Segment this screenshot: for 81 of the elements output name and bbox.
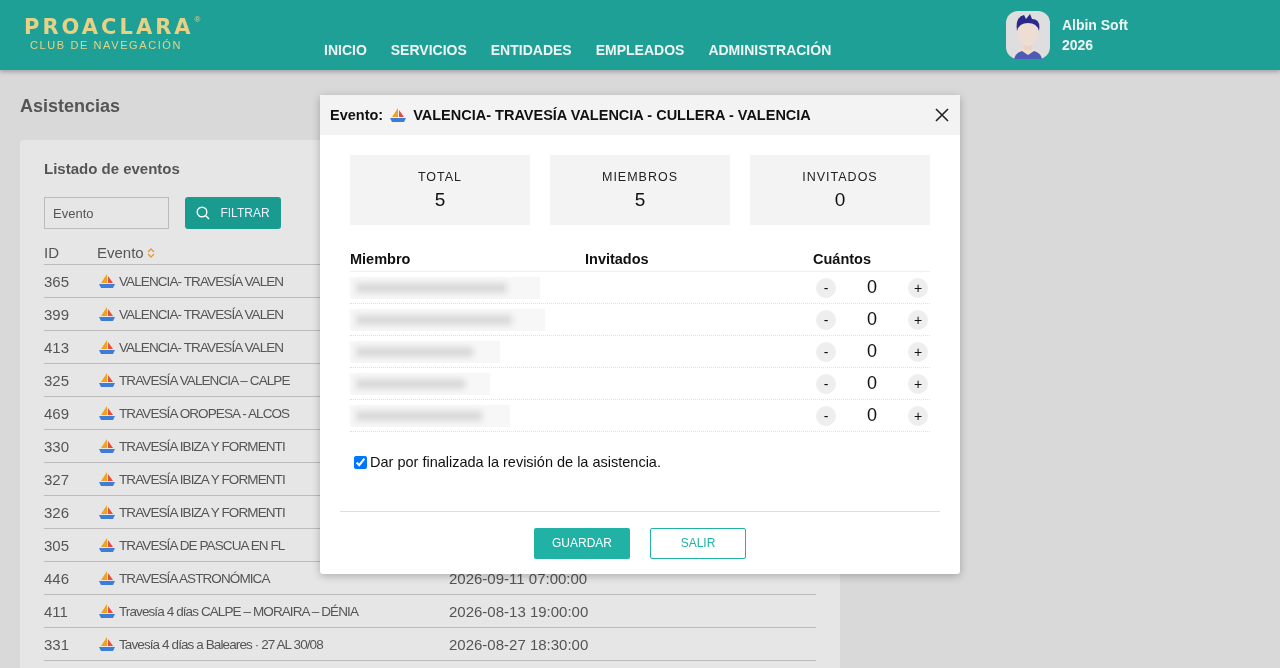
stat-value: 5 <box>634 188 646 211</box>
page-title: Asistencias <box>20 96 121 118</box>
table-cell: 2026-09-11 07:00:00 <box>449 569 588 587</box>
sailboat-icon <box>98 372 116 388</box>
user-name: Albin Soft <box>1061 16 1128 35</box>
stat-label: TOTAL <box>417 169 463 184</box>
table-cell-text: 413 <box>44 338 71 356</box>
decrement-button[interactable]: - <box>816 277 836 298</box>
table-cell-text: 365 <box>44 272 71 290</box>
decrement-button[interactable]: - <box>816 341 836 362</box>
increment-button[interactable]: + <box>908 405 928 426</box>
table-cell-text: 469 <box>44 404 71 422</box>
sailboat-icon <box>98 471 116 487</box>
table-cell: TRAVESÍA VALENCIA – CALPE <box>119 373 290 388</box>
guest-count: 0 <box>867 405 877 426</box>
sailboat-icon <box>98 438 116 454</box>
sailboat-icon <box>98 603 116 619</box>
table-cell: TRAVESÍA DE PASCUA EN FL <box>119 538 285 553</box>
table-cell-text: 399 <box>44 305 71 323</box>
sailboat-icon <box>98 405 116 421</box>
card-title: Listado de eventos <box>44 160 180 177</box>
table-cell: VALENCIA- TRAVESÍA VALEN <box>119 274 284 289</box>
logo-subtitle: CLUB DE NAVEGACIÓN <box>30 39 184 51</box>
increment-button[interactable]: + <box>908 277 928 298</box>
table-cell: 2026-08-13 19:00:00 <box>449 602 589 620</box>
stat-value: 0 <box>834 188 846 211</box>
guest-count: 0 <box>867 309 877 330</box>
table-cell-text: 326 <box>44 503 71 521</box>
checkbox[interactable] <box>354 455 367 469</box>
table-cell-text: 331 <box>44 635 71 653</box>
table-cell: TRAVESÍA IBIZA Y FORMENTI <box>119 439 285 454</box>
table-cell: 2026-08-27 18:30:00 <box>449 635 589 653</box>
dialog-title: VALENCIA- TRAVESÍA VALENCIA - CULLERA - VALENCIA <box>413 107 811 123</box>
table-cell: TRAVESÍA IBIZA Y FORMENTI <box>119 472 285 487</box>
table-cell-text: 327 <box>44 470 71 488</box>
table-cell: Travesía 4 días CALPE – MORAIRA – DÉNIA <box>119 604 358 619</box>
column-header: Invitados <box>585 251 650 267</box>
checkbox-label: Dar por finalizada la revisión de la asistencia. <box>370 454 661 470</box>
avatar-icon[interactable] <box>1003 11 1052 59</box>
column-header: ID <box>44 244 60 261</box>
guest-count: 0 <box>867 373 877 394</box>
event-filter-field[interactable]: Evento <box>44 197 169 229</box>
sailboat-icon <box>98 339 116 355</box>
table-cell: TRAVESÍA ASTRONÓMICA <box>119 571 270 586</box>
sailboat-icon <box>98 636 116 652</box>
column-header: Miembro <box>350 251 412 267</box>
increment-button[interactable]: + <box>908 309 928 330</box>
logo-title: PROACLARA <box>24 15 194 39</box>
table-cell: VALENCIA- TRAVESÍA VALEN <box>119 340 284 355</box>
increment-button[interactable]: + <box>908 341 928 362</box>
table-cell-text: 411 <box>44 602 69 620</box>
table-cell: TRAVESÍA IBIZA Y FORMENTI <box>119 505 285 520</box>
table-cell: TRAVESÍA OROPESA - ALCOS <box>119 406 290 421</box>
stat-label: INVITADOS <box>802 169 878 184</box>
table-cell: VALENCIA- TRAVESÍA VALEN <box>119 307 284 322</box>
table-cell-text: 446 <box>44 569 71 587</box>
stat-value: 5 <box>434 188 446 211</box>
sailboat-icon <box>98 537 116 553</box>
table-cell-text: 305 <box>44 536 71 554</box>
decrement-button[interactable]: - <box>816 405 836 426</box>
increment-button[interactable]: + <box>908 373 928 394</box>
sailboat-icon <box>98 504 116 520</box>
table-cell: Tavesía 4 días a Baleares · 27 AL 30/08 <box>119 637 323 652</box>
guest-count: 0 <box>867 277 877 298</box>
decrement-button[interactable]: - <box>816 309 836 330</box>
guest-count: 0 <box>867 341 877 362</box>
sailboat-icon <box>98 570 116 586</box>
sailboat-icon <box>98 306 116 322</box>
dialog-label: Evento: <box>330 107 384 123</box>
sortable-column-header[interactable]: Evento <box>97 244 155 261</box>
search-icon <box>196 206 211 220</box>
sailboat-icon <box>389 107 408 123</box>
registered-mark: ® <box>194 15 201 24</box>
close-icon[interactable] <box>934 107 950 123</box>
column-header: Cuántos <box>813 251 871 267</box>
table-cell-text: 330 <box>44 437 71 455</box>
sailboat-icon <box>98 273 116 289</box>
user-year: 2026 <box>1061 36 1095 55</box>
stat-label: MIEMBROS <box>601 169 679 184</box>
decrement-button[interactable]: - <box>816 373 836 394</box>
table-cell-text: 325 <box>44 371 71 389</box>
